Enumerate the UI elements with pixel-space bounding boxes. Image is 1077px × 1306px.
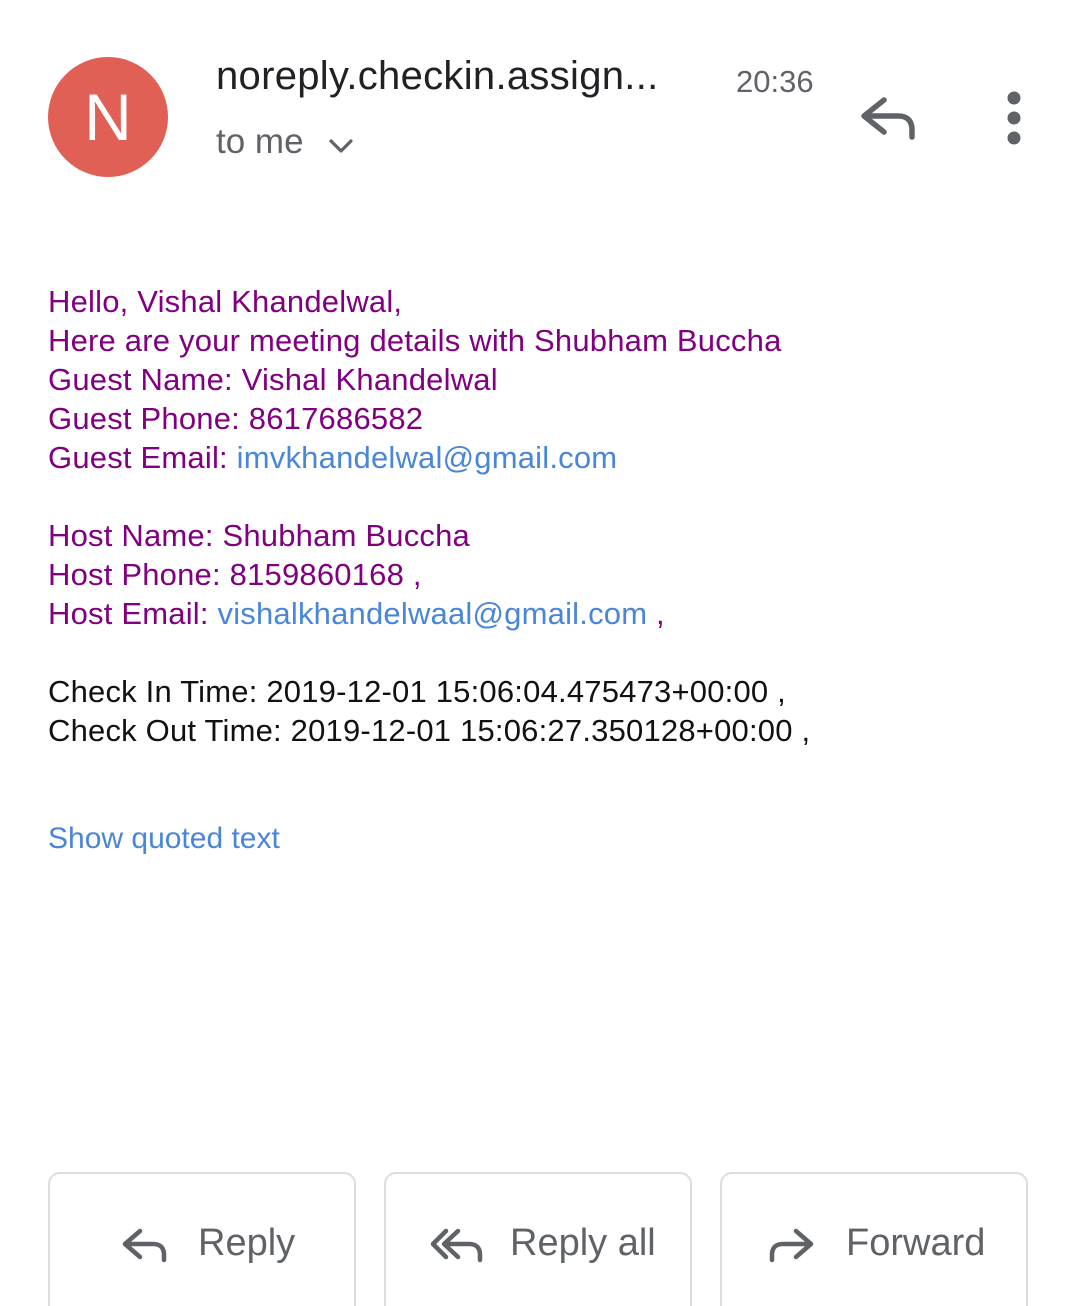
reply-all-icon — [430, 1228, 483, 1263]
chevron-down-icon — [328, 139, 353, 153]
reply-icon — [122, 1228, 167, 1263]
recipient-label: to me — [216, 122, 304, 161]
forward-icon — [769, 1228, 814, 1263]
host-phone-label: Host Phone: — [48, 557, 230, 592]
reply-all-button[interactable]: Reply all — [384, 1172, 692, 1306]
check-in-line: Check In Time: 2019-12-01 15:06:04.47547… — [48, 674, 786, 709]
host-email-suffix: , — [647, 596, 665, 631]
check-out-line: Check Out Time: 2019-12-01 15:06:27.3501… — [48, 713, 811, 748]
reply-icon — [861, 97, 915, 140]
more-options-button[interactable] — [994, 87, 1034, 149]
message-body: Hello, Vishal Khandelwal, Here are your … — [48, 282, 810, 750]
reply-button-label: Reply — [198, 1222, 296, 1264]
guest-name-line: Guest Name: Vishal Khandelwal — [48, 360, 810, 399]
guest-email-label: Guest Email: — [48, 440, 237, 475]
host-name-label: Host Name: — [48, 518, 223, 553]
guest-phone-label: Guest Phone: — [48, 401, 249, 436]
host-name-value: Shubham Buccha — [222, 518, 470, 553]
avatar-letter: N — [84, 80, 132, 154]
email-view: N noreply.checkin.assign... 20:36 to me … — [0, 0, 1077, 1306]
host-phone-line: Host Phone: 8159860168 , — [48, 555, 810, 594]
intro-line: Here are your meeting details with Shubh… — [48, 323, 782, 358]
reply-all-button-label: Reply all — [510, 1222, 656, 1264]
guest-name-label: Guest Name: — [48, 362, 242, 397]
forward-button-label: Forward — [846, 1222, 986, 1264]
host-phone-value: 8159860168 , — [229, 557, 422, 592]
host-email-link[interactable]: vishalkhandelwaal@gmail.com — [218, 596, 648, 631]
reply-button[interactable]: Reply — [48, 1172, 356, 1306]
guest-email-link[interactable]: imvkhandelwal@gmail.com — [237, 440, 618, 475]
greeting-line: Hello, Vishal Khandelwal, — [48, 284, 403, 319]
message-time: 20:36 — [736, 64, 814, 99]
guest-phone-line: Guest Phone: 8617686582 — [48, 399, 810, 438]
sender-name[interactable]: noreply.checkin.assign... — [216, 54, 659, 99]
recipient-details-toggle[interactable]: to me — [216, 122, 354, 162]
host-email-line: Host Email: vishalkhandelwaal@gmail.com … — [48, 594, 810, 633]
forward-button[interactable]: Forward — [720, 1172, 1028, 1306]
show-quoted-text-link[interactable]: Show quoted text — [48, 822, 280, 856]
guest-email-line: Guest Email: imvkhandelwal@gmail.com — [48, 438, 810, 477]
sender-avatar[interactable]: N — [48, 57, 168, 177]
host-email-label: Host Email: — [48, 596, 218, 631]
host-name-line: Host Name: Shubham Buccha — [48, 516, 810, 555]
guest-phone-value: 8617686582 — [248, 401, 424, 436]
more-vert-icon — [1007, 91, 1021, 145]
reply-button-header[interactable] — [856, 90, 920, 146]
guest-name-value: Vishal Khandelwal — [241, 362, 498, 397]
